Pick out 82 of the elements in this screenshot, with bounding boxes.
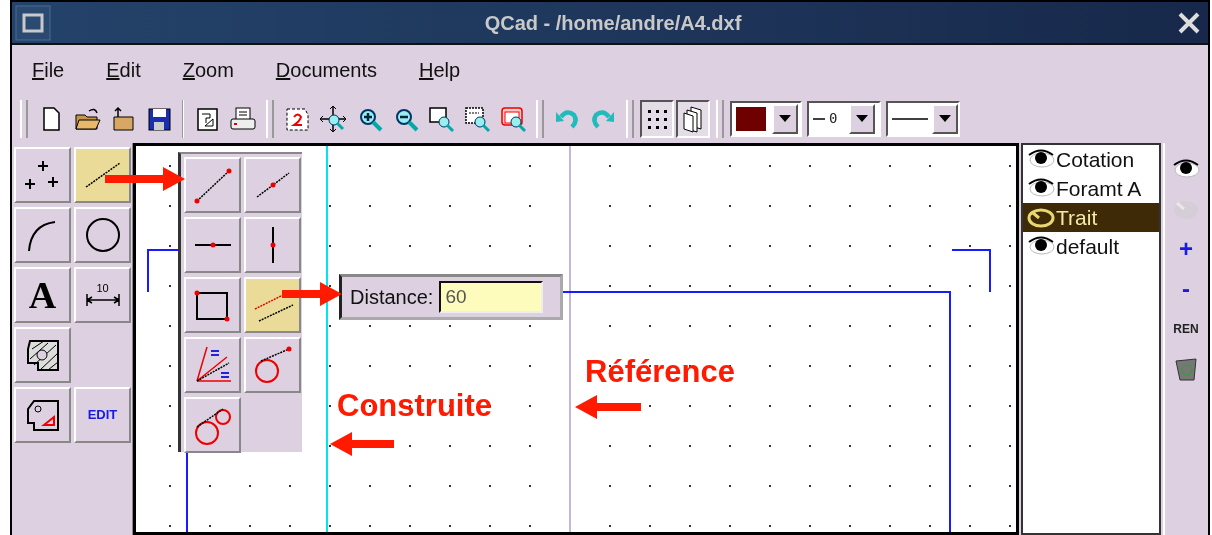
annotation-label: Référence: [585, 355, 735, 390]
toolbar-grip-handle[interactable]: [716, 99, 724, 138]
distance-field[interactable]: 60: [439, 281, 544, 313]
arc-tool-button[interactable]: [14, 207, 71, 263]
two-points-tool-button[interactable]: [184, 157, 241, 213]
bisector-tool-button[interactable]: [184, 337, 241, 393]
layer-name: Trait: [1056, 204, 1098, 231]
arrow-icon: [282, 280, 342, 308]
dimension-tool-button[interactable]: 10: [74, 267, 131, 323]
eye-icon: [1026, 235, 1056, 258]
layer-item[interactable]: Trait: [1023, 203, 1159, 232]
dropdown-caret-icon: [779, 114, 791, 123]
menu-item[interactable]: Help: [417, 54, 463, 85]
edit-tool-button[interactable]: EDIT: [74, 387, 131, 443]
toolbar-grip-handle[interactable]: [266, 99, 274, 138]
middle-tool-button[interactable]: [244, 157, 301, 213]
horizontal-tool-button[interactable]: [184, 217, 241, 273]
pages-toggle[interactable]: [676, 99, 710, 138]
dimension-tool-label: 10: [96, 283, 109, 295]
dropdown-button[interactable]: [849, 103, 875, 134]
menu-item[interactable]: File: [30, 54, 67, 85]
line-tool-button[interactable]: [74, 147, 131, 203]
toolbar-grip-handle[interactable]: [536, 99, 544, 138]
menu-item[interactable]: Documents: [273, 54, 379, 85]
distance-label: Distance:: [350, 285, 434, 310]
edit-tool-label: EDIT: [87, 406, 118, 425]
menu-item[interactable]: Zoom: [180, 54, 236, 85]
layer-name: Cotation: [1056, 146, 1135, 173]
parallel-tool-button[interactable]: [244, 277, 301, 333]
line-style-combo[interactable]: [886, 100, 960, 137]
arrow-icon: [575, 393, 641, 421]
layer-item[interactable]: Foramt A: [1023, 174, 1159, 203]
eye-icon: [1026, 148, 1056, 171]
layer-item[interactable]: Cotation: [1023, 145, 1159, 174]
layer-item[interactable]: default: [1023, 232, 1159, 261]
eye-icon: [1026, 177, 1056, 200]
printer-icon: [228, 104, 258, 133]
arrow-icon: [105, 165, 185, 193]
eye-closed-icon: [1026, 206, 1056, 229]
arrow-icon: [330, 430, 394, 458]
width-value: 0: [829, 109, 839, 128]
dropdown-button[interactable]: [932, 103, 958, 134]
vertical-tool-button[interactable]: [244, 217, 301, 273]
tangent-point-tool-button[interactable]: [244, 337, 301, 393]
zoom-selection-icon: [463, 104, 491, 133]
dropdown-caret-icon: [856, 114, 868, 123]
toolbar-grip-handle[interactable]: [626, 99, 634, 138]
line-sample-icon: [813, 116, 825, 121]
rename-layer-button[interactable]: REN: [1167, 309, 1205, 349]
tangent-circles-tool-button[interactable]: [184, 397, 241, 453]
eye-icon: [1171, 158, 1201, 180]
line-style-icon: [892, 116, 928, 121]
zoom-previous-icon: [499, 104, 527, 133]
layer-name: default: [1056, 233, 1120, 260]
zoom-window-icon: [427, 104, 455, 133]
add-layer-button[interactable]: +: [1167, 229, 1205, 269]
hatch-tool-button[interactable]: [14, 327, 71, 383]
block-tool-button[interactable]: [14, 387, 71, 443]
window-menu-icon[interactable]: [14, 3, 52, 42]
text-tool-label: A: [28, 276, 57, 314]
window-title: QCad - /home/andre/A4.dxf: [483, 10, 743, 36]
trash-icon: [1172, 355, 1200, 383]
width-combo[interactable]: 0: [807, 100, 881, 137]
circle-icon: [83, 216, 122, 254]
toolbar-grip-handle[interactable]: [20, 99, 28, 138]
points-tool-button[interactable]: [14, 147, 71, 203]
color-combo[interactable]: [730, 100, 802, 137]
menu-item[interactable]: Edit: [104, 54, 143, 85]
grid-toggle[interactable]: [640, 99, 674, 138]
dropdown-caret-icon: [939, 114, 951, 123]
pan-icon: [318, 103, 348, 134]
annotation-label: Construite: [337, 389, 492, 424]
layer-name: Foramt A: [1056, 175, 1142, 202]
horizontal-line-icon: [194, 242, 231, 248]
remove-layer-button[interactable]: -: [1167, 269, 1205, 309]
dropdown-button[interactable]: [772, 103, 798, 134]
text-tool-button[interactable]: A: [14, 267, 71, 323]
dimension-icon: [84, 294, 121, 307]
circle-tool-button[interactable]: [74, 207, 131, 263]
rectangle-tool-button[interactable]: [184, 277, 241, 333]
pages-icon: [681, 104, 705, 133]
vertical-line-icon: [269, 227, 276, 263]
